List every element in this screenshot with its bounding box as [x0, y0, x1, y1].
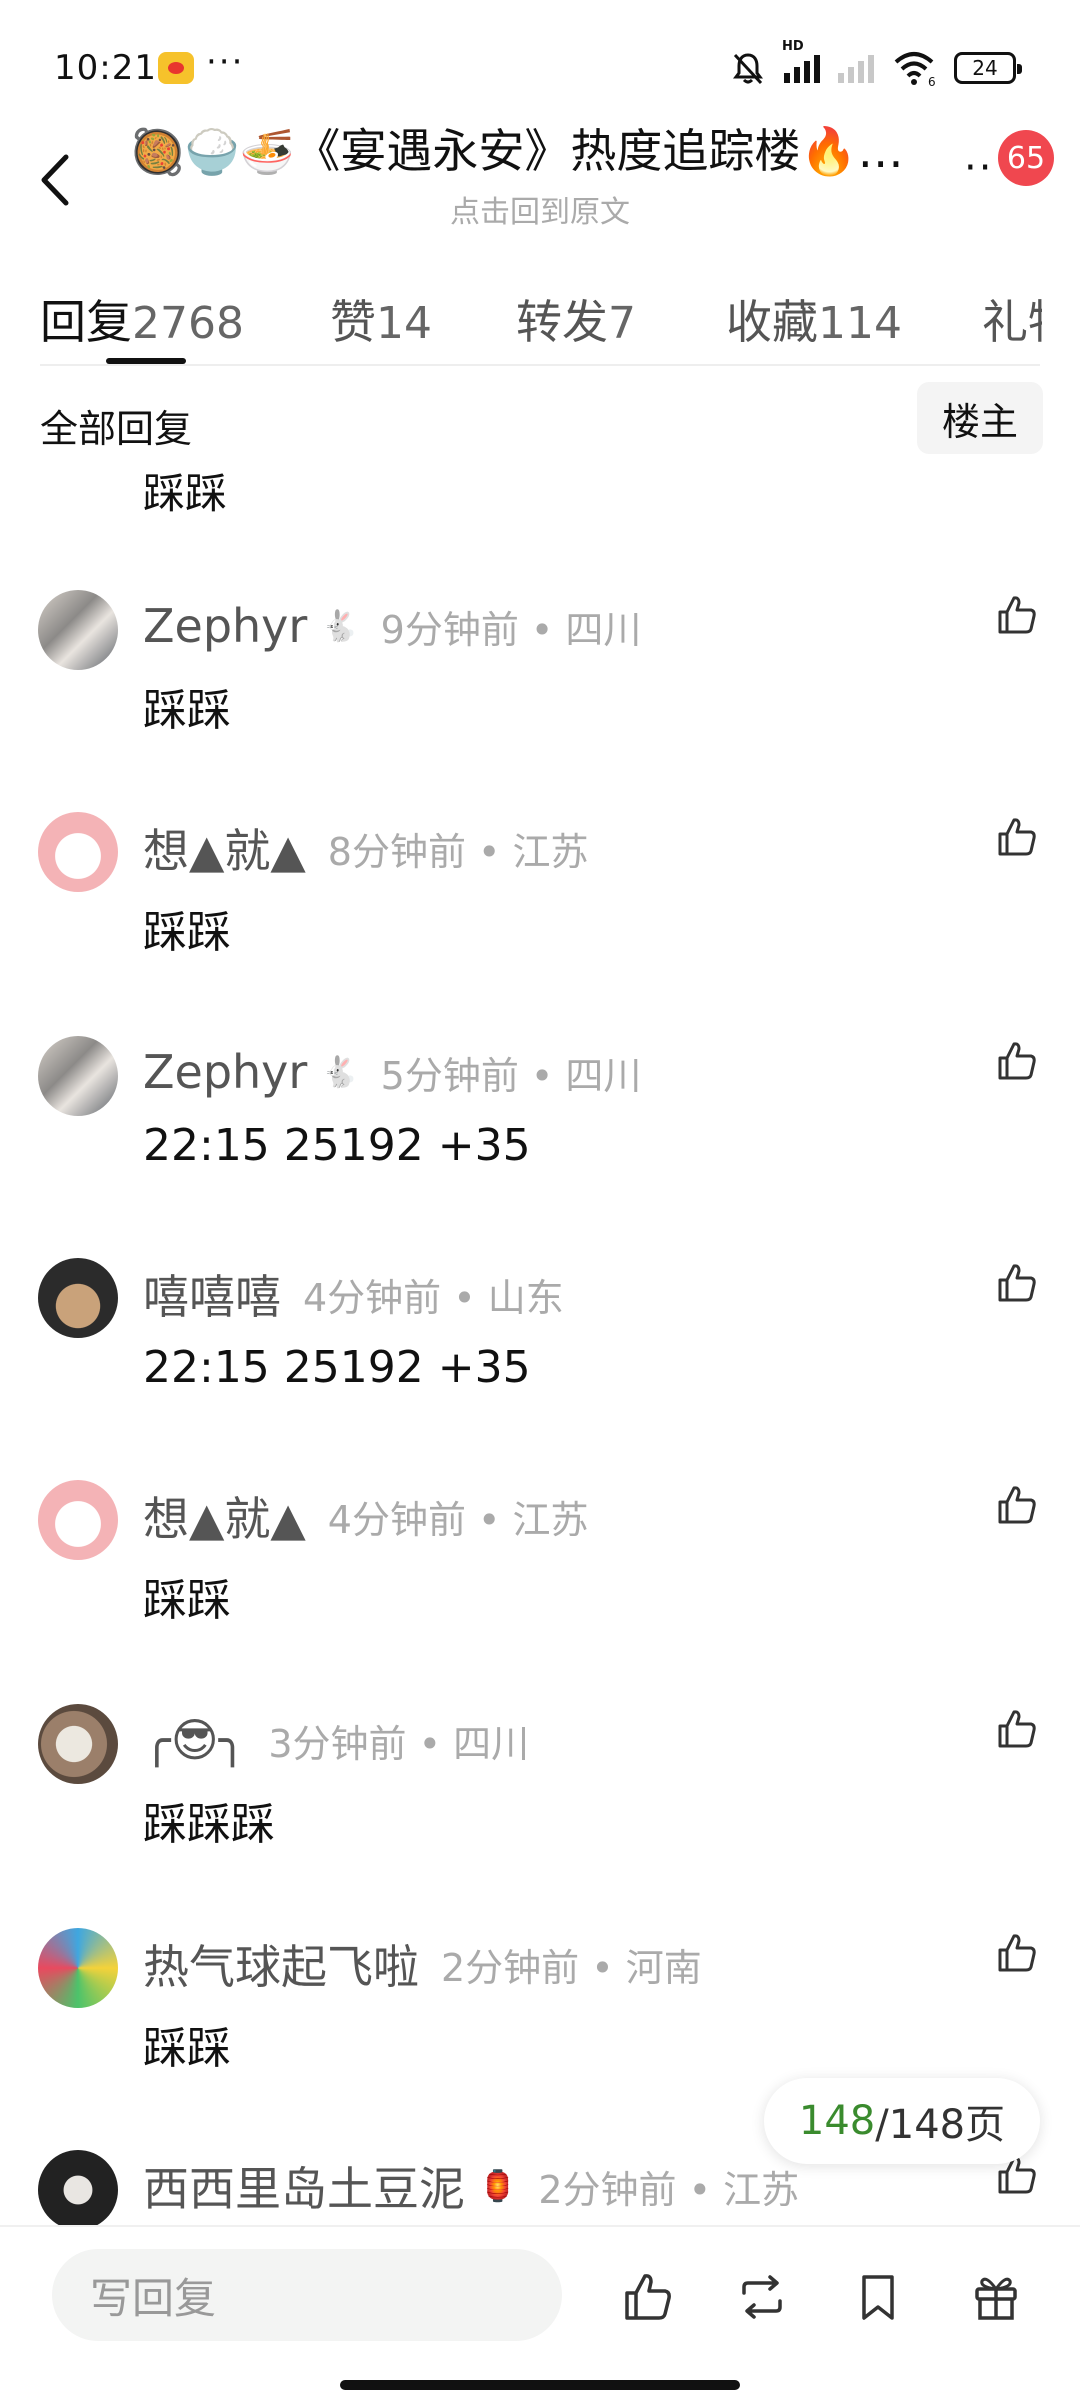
bottom-action-bar: 写回复: [0, 2225, 1080, 2400]
battery-icon: 24: [954, 52, 1022, 84]
like-icon[interactable]: [994, 592, 1040, 638]
like-icon[interactable]: [994, 1930, 1040, 1976]
avatar[interactable]: [38, 1258, 118, 1338]
comment-username[interactable]: 想▲就▲: [143, 815, 306, 881]
comment-item[interactable]: 嘻嘻嘻 4分钟前 • 山东 22:15 25192 +35: [0, 1258, 1080, 1458]
comment-item[interactable]: ╭😎╮ 3分钟前 • 四川 踩踩踩: [0, 1704, 1080, 1904]
page-title[interactable]: 🥘🍚🍜《宴遇永安》热度追踪楼🔥…: [130, 115, 940, 181]
tabs-divider: [40, 364, 1040, 366]
tab-replies[interactable]: 回复2768: [40, 286, 244, 352]
comment-text: 踩踩: [143, 1575, 231, 1626]
comment-meta: 9分钟前 • 四川: [380, 607, 642, 652]
comment-username[interactable]: 想▲就▲: [143, 1483, 306, 1549]
comment-item[interactable]: 想▲就▲ 4分钟前 • 江苏 踩踩: [0, 1480, 1080, 1680]
comment-item[interactable]: Zephyr 🐇 5分钟前 • 四川 22:15 25192 +35: [0, 1036, 1080, 1236]
bookmark-icon[interactable]: [850, 2269, 906, 2325]
comment-meta: 4分钟前 • 江苏: [327, 1497, 589, 1542]
wifi-icon: 6: [894, 52, 936, 86]
tab-favorites[interactable]: 收藏114: [726, 286, 902, 352]
avatar[interactable]: [38, 1928, 118, 2008]
all-replies-label[interactable]: 全部回复: [40, 398, 192, 453]
weibo-app-icon: [158, 52, 194, 84]
comment-text: 22:15 25192 +35: [143, 1342, 531, 1393]
wifi-sub-label: 6: [928, 75, 936, 86]
tab-reposts-label: 转发: [516, 295, 608, 349]
comment-username[interactable]: ╭😎╮: [143, 1713, 246, 1767]
avatar[interactable]: [38, 590, 118, 670]
total-pages: /148页: [875, 2102, 1006, 2148]
signal-2-icon: [838, 53, 874, 83]
tab-favorites-count: 114: [818, 298, 902, 349]
user-badge-emoji: 🏮: [479, 2168, 517, 2204]
user-badge-emoji: 🐇: [321, 608, 359, 644]
tab-replies-label: 回复: [40, 295, 132, 349]
comment-meta: 2分钟前 • 河南: [441, 1945, 702, 1990]
signal-icon: HD: [782, 39, 820, 83]
status-more-dots: ···: [206, 42, 245, 82]
avatar[interactable]: [38, 2150, 118, 2225]
status-bar: 10:21 ··· HD 6 24: [0, 0, 1080, 130]
tab-gifts[interactable]: 礼物: [982, 286, 1042, 352]
comment-text: 踩踩: [143, 2023, 231, 2074]
like-icon[interactable]: [620, 2269, 676, 2325]
comment-text: 踩踩: [143, 685, 231, 736]
comment-text: 22:15 25192 +35: [143, 1120, 531, 1171]
tab-bar: 回复2768 赞14 转发7 收藏114 礼物: [0, 270, 1080, 365]
repost-icon[interactable]: [734, 2269, 790, 2325]
comment-username[interactable]: 热气球起飞啦: [143, 1931, 419, 1997]
page-indicator[interactable]: 148/148页: [764, 2078, 1040, 2164]
tab-favorites-label: 收藏: [726, 295, 818, 349]
comment-text: 踩踩踩: [143, 1799, 275, 1850]
comment-item[interactable]: 想▲就▲ 8分钟前 • 江苏 踩踩: [0, 812, 1080, 1012]
home-indicator[interactable]: [340, 2380, 740, 2390]
comment-text: 踩踩: [143, 907, 231, 958]
comment-username[interactable]: 西西里岛土豆泥: [143, 2153, 465, 2219]
like-icon[interactable]: [994, 1706, 1040, 1752]
header: 🥘🍚🍜《宴遇永安》热度追踪楼🔥… 点击回到原文 ·· 65: [0, 115, 1080, 240]
like-icon[interactable]: [994, 814, 1040, 860]
comment-username[interactable]: Zephyr: [143, 599, 307, 653]
reply-input[interactable]: 写回复: [52, 2249, 562, 2341]
tab-gifts-label: 礼物: [982, 295, 1042, 349]
owner-only-button[interactable]: 楼主: [917, 382, 1043, 454]
tab-reposts-count: 7: [608, 298, 636, 349]
title-emojis: 🥘🍚🍜: [130, 127, 295, 178]
gift-icon[interactable]: [968, 2269, 1024, 2325]
notification-badge[interactable]: 65: [998, 130, 1054, 186]
comment-meta: 4分钟前 • 山东: [303, 1275, 564, 1320]
like-icon[interactable]: [994, 1482, 1040, 1528]
current-page: 148: [798, 2098, 876, 2144]
comment-meta: 5分钟前 • 四川: [380, 1053, 642, 1098]
partial-comment-text: 踩踩: [143, 469, 228, 518]
avatar[interactable]: [38, 1480, 118, 1560]
like-icon[interactable]: [994, 1038, 1040, 1084]
more-menu-icon[interactable]: ··: [964, 145, 993, 191]
avatar[interactable]: [38, 812, 118, 892]
tab-likes-label: 赞: [330, 295, 376, 349]
like-icon[interactable]: [994, 1260, 1040, 1306]
tab-replies-count: 2768: [132, 298, 244, 349]
avatar[interactable]: [38, 1036, 118, 1116]
battery-level: 24: [972, 56, 998, 80]
comment-meta: 2分钟前 • 江苏: [538, 2167, 800, 2212]
back-to-original-link[interactable]: 点击回到原文: [0, 187, 1080, 231]
status-time: 10:21: [54, 48, 157, 88]
mute-bell-icon: [733, 53, 763, 85]
comment-meta: 8分钟前 • 江苏: [327, 829, 589, 874]
comment-meta: 3分钟前 • 四川: [268, 1721, 530, 1766]
comment-username[interactable]: 嘻嘻嘻: [143, 1261, 281, 1327]
hd-label: HD: [782, 39, 804, 54]
avatar[interactable]: [38, 1704, 118, 1784]
tab-likes[interactable]: 赞14: [330, 286, 432, 352]
title-text: 《宴遇永安》热度追踪楼🔥…: [294, 124, 904, 178]
comment-item[interactable]: Zephyr 🐇 9分钟前 • 四川 踩踩: [0, 590, 1080, 790]
user-badge-emoji: 🐇: [321, 1054, 359, 1090]
tab-likes-count: 14: [376, 298, 432, 349]
comment-username[interactable]: Zephyr: [143, 1045, 307, 1099]
tab-reposts[interactable]: 转发7: [516, 286, 636, 352]
